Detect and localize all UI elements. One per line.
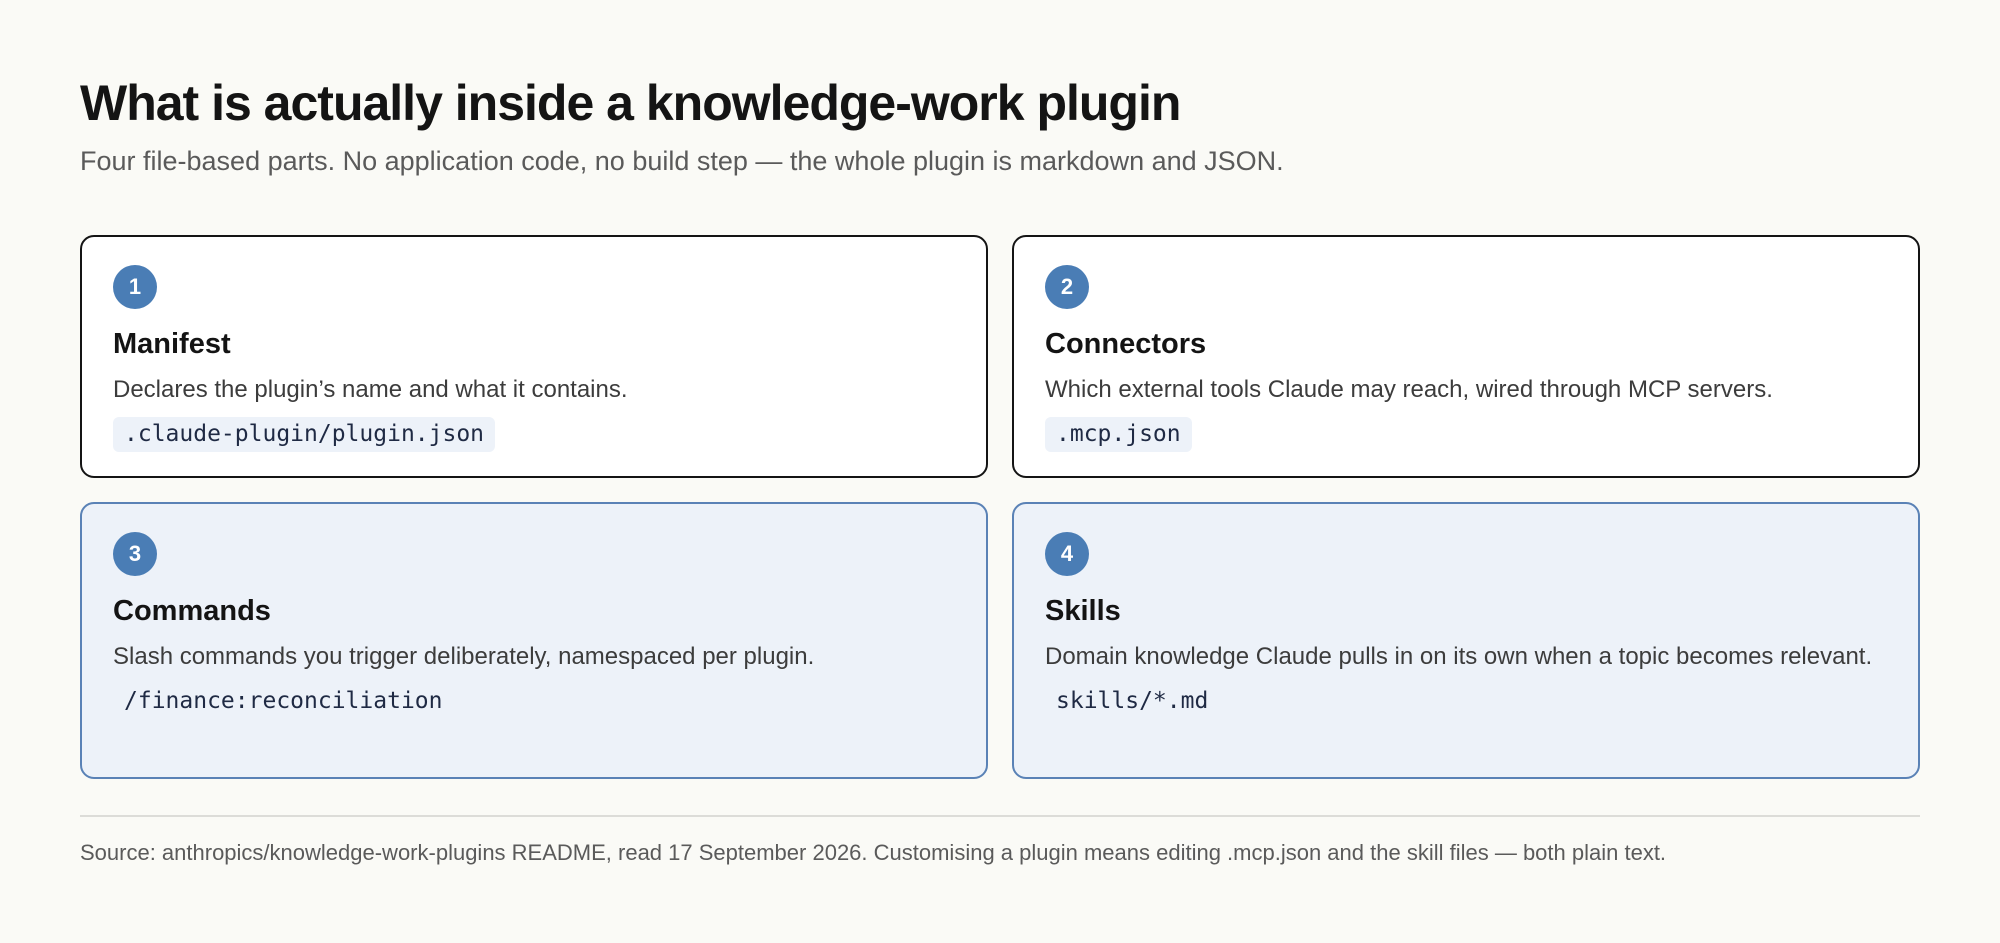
part-title: Manifest xyxy=(113,328,231,360)
part-card-commands: 3 Commands Slash commands you trigger de… xyxy=(80,502,988,779)
part-number-badge: 4 xyxy=(1045,532,1089,576)
part-title: Commands xyxy=(113,595,271,627)
part-card-skills: 4 Skills Domain knowledge Claude pulls i… xyxy=(1012,502,1920,779)
part-card-connectors: 2 Connectors Which external tools Claude… xyxy=(1012,235,1920,478)
part-file-path: skills/*.md xyxy=(1056,687,1209,714)
footer-divider xyxy=(80,815,1920,817)
page-title: What is actually inside a knowledge-work… xyxy=(80,75,1181,131)
part-command-example: /finance:reconciliation xyxy=(124,687,443,714)
page-subtitle: Four file-based parts. No application co… xyxy=(80,146,1284,176)
part-number-badge: 1 xyxy=(113,265,157,309)
part-description: Which external tools Claude may reach, w… xyxy=(1045,375,1773,403)
part-card-manifest: 1 Manifest Declares the plugin’s name an… xyxy=(80,235,988,478)
part-number-badge: 3 xyxy=(113,532,157,576)
part-number-badge: 2 xyxy=(1045,265,1089,309)
part-title: Skills xyxy=(1045,595,1121,627)
part-description: Declares the plugin’s name and what it c… xyxy=(113,375,628,403)
part-description: Slash commands you trigger deliberately,… xyxy=(113,642,815,670)
source-note: Source: anthropics/knowledge-work-plugin… xyxy=(80,840,1667,865)
part-description: Domain knowledge Claude pulls in on its … xyxy=(1045,642,1873,670)
part-file-path: .claude-plugin/plugin.json xyxy=(113,416,496,452)
part-title: Connectors xyxy=(1045,328,1207,360)
part-file-path: .mcp.json xyxy=(1045,416,1192,452)
